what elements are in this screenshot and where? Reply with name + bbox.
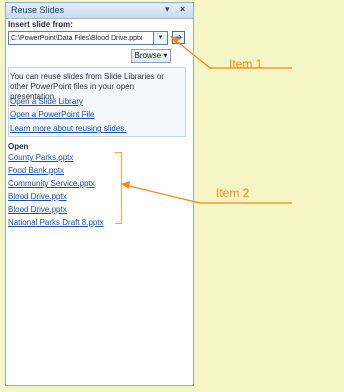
item2-pointer-line (124, 184, 201, 204)
item1-pointer-line (173, 38, 211, 69)
arrowhead-icon (121, 181, 130, 189)
callout-arrows (121, 36, 292, 204)
callout-item2-label: Item 2 (216, 186, 250, 200)
callout-item1-label: Item 1 (229, 57, 263, 71)
